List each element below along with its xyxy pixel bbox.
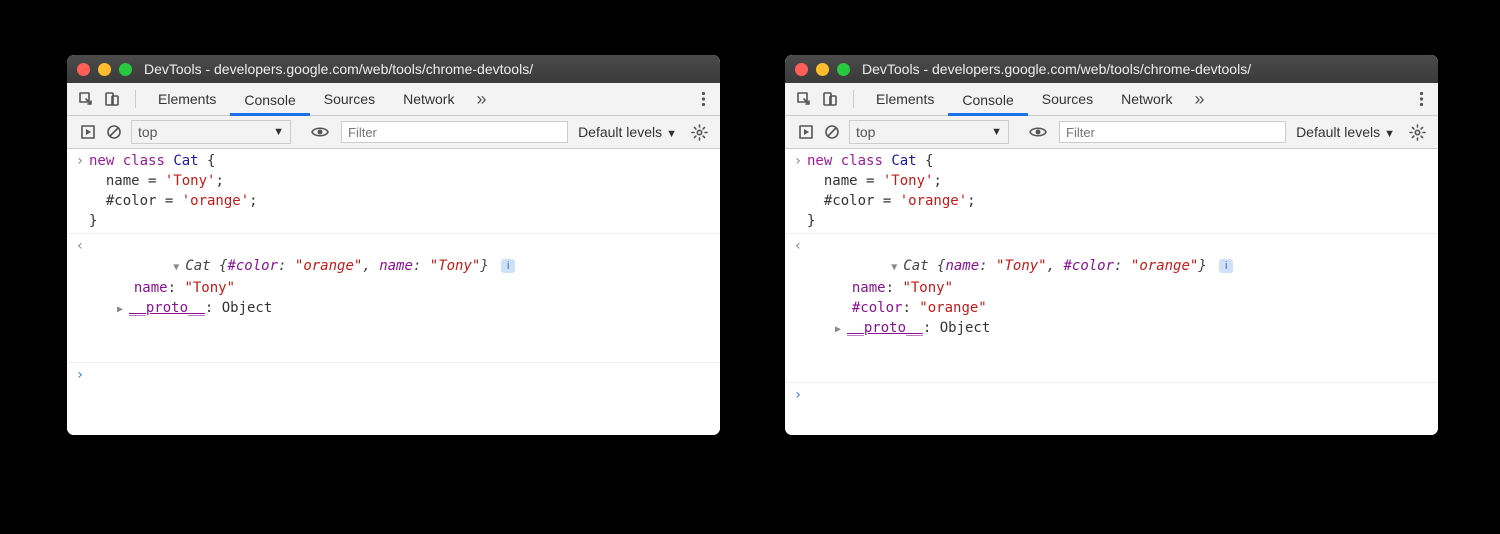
- input-marker-icon: ›: [789, 151, 807, 231]
- kebab-menu-icon[interactable]: [1413, 91, 1430, 107]
- tabs-bar: ElementsConsoleSourcesNetwork »: [785, 83, 1438, 116]
- console-input-code[interactable]: new class Cat { name = 'Tony'; #color = …: [89, 151, 716, 231]
- console-output-row[interactable]: ‹ ▼Cat {name: "Tony", #color: "orange"} …: [785, 234, 1438, 383]
- titlebar[interactable]: DevTools - developers.google.com/web/too…: [67, 55, 720, 83]
- inspect-icon[interactable]: [75, 88, 97, 110]
- console-input-row[interactable]: › new class Cat { name = 'Tony'; #color …: [67, 149, 720, 234]
- console-input-code[interactable]: new class Cat { name = 'Tony'; #color = …: [807, 151, 1434, 231]
- object-child-proto[interactable]: ▶__proto__: Object: [89, 298, 716, 320]
- tab-network[interactable]: Network: [1107, 83, 1186, 115]
- levels-label: Default levels: [1296, 124, 1380, 140]
- console-content: › new class Cat { name = 'Tony'; #color …: [67, 149, 720, 435]
- expand-arrow-icon[interactable]: ▶: [117, 300, 129, 320]
- gear-icon[interactable]: [687, 124, 712, 141]
- context-select[interactable]: top ▼: [131, 120, 291, 144]
- minimize-icon[interactable]: [816, 63, 829, 76]
- object-child-prop[interactable]: #color: "orange": [807, 298, 1434, 318]
- tab-network[interactable]: Network: [389, 83, 468, 115]
- close-icon[interactable]: [77, 63, 90, 76]
- console-prompt[interactable]: [89, 365, 716, 385]
- console-prompt[interactable]: [807, 385, 1434, 405]
- play-box-icon[interactable]: [75, 119, 101, 145]
- live-expressions-icon[interactable]: [307, 119, 333, 145]
- clear-console-icon[interactable]: [819, 119, 845, 145]
- filter-input[interactable]: [341, 121, 568, 143]
- window-title: DevTools - developers.google.com/web/too…: [144, 61, 533, 77]
- tab-sources[interactable]: Sources: [310, 83, 389, 115]
- tab-console[interactable]: Console: [948, 83, 1027, 116]
- tabs-bar: ElementsConsoleSourcesNetwork »: [67, 83, 720, 116]
- levels-label: Default levels: [578, 124, 662, 140]
- expand-arrow-icon[interactable]: ▶: [835, 320, 847, 340]
- tab-sources[interactable]: Sources: [1028, 83, 1107, 115]
- maximize-icon[interactable]: [837, 63, 850, 76]
- output-marker-icon: ‹: [789, 236, 807, 380]
- gear-icon[interactable]: [1405, 124, 1430, 141]
- devtools-window-right: DevTools - developers.google.com/web/too…: [785, 55, 1438, 435]
- chevron-down-icon: ▼: [273, 126, 284, 138]
- expand-arrow-down-icon[interactable]: ▼: [173, 258, 185, 278]
- devtools-window-left: DevTools - developers.google.com/web/too…: [67, 55, 720, 435]
- console-output-row[interactable]: ‹ ▼Cat {#color: "orange", name: "Tony"} …: [67, 234, 720, 363]
- chevron-down-icon: ▼: [666, 128, 677, 140]
- console-toolbar: top ▼ Default levels ▼: [67, 116, 720, 149]
- chevron-down-icon: ▼: [991, 126, 1002, 138]
- console-output[interactable]: ▼Cat {name: "Tony", #color: "orange"} i …: [807, 236, 1434, 380]
- context-select[interactable]: top ▼: [849, 120, 1009, 144]
- overflow-icon[interactable]: »: [1194, 89, 1204, 110]
- object-child-prop[interactable]: name: "Tony": [807, 278, 1434, 298]
- clear-console-icon[interactable]: [101, 119, 127, 145]
- log-levels-select[interactable]: Default levels ▼: [578, 124, 677, 140]
- tab-elements[interactable]: Elements: [862, 83, 948, 115]
- close-icon[interactable]: [795, 63, 808, 76]
- context-value: top: [856, 124, 875, 140]
- console-input-row[interactable]: › new class Cat { name = 'Tony'; #color …: [785, 149, 1438, 234]
- filter-input[interactable]: [1059, 121, 1286, 143]
- object-child-prop[interactable]: name: "Tony": [89, 278, 716, 298]
- tab-console[interactable]: Console: [230, 83, 309, 116]
- minimize-icon[interactable]: [98, 63, 111, 76]
- info-badge-icon[interactable]: i: [501, 259, 515, 273]
- output-marker-icon: ‹: [71, 236, 89, 360]
- prompt-marker-icon: ›: [71, 365, 89, 385]
- object-child-proto[interactable]: ▶__proto__: Object: [807, 318, 1434, 340]
- device-toolbar-icon[interactable]: [819, 88, 841, 110]
- input-marker-icon: ›: [71, 151, 89, 231]
- console-prompt-row[interactable]: ›: [67, 363, 720, 387]
- console-toolbar: top ▼ Default levels ▼: [785, 116, 1438, 149]
- context-value: top: [138, 124, 157, 140]
- info-badge-icon[interactable]: i: [1219, 259, 1233, 273]
- chevron-down-icon: ▼: [1384, 128, 1395, 140]
- kebab-menu-icon[interactable]: [695, 91, 712, 107]
- console-prompt-row[interactable]: ›: [785, 383, 1438, 407]
- log-levels-select[interactable]: Default levels ▼: [1296, 124, 1395, 140]
- live-expressions-icon[interactable]: [1025, 119, 1051, 145]
- separator: [853, 90, 854, 108]
- prompt-marker-icon: ›: [789, 385, 807, 405]
- console-content: › new class Cat { name = 'Tony'; #color …: [785, 149, 1438, 435]
- titlebar[interactable]: DevTools - developers.google.com/web/too…: [785, 55, 1438, 83]
- inspect-icon[interactable]: [793, 88, 815, 110]
- play-box-icon[interactable]: [793, 119, 819, 145]
- traffic-lights: [795, 63, 850, 76]
- window-title: DevTools - developers.google.com/web/too…: [862, 61, 1251, 77]
- maximize-icon[interactable]: [119, 63, 132, 76]
- separator: [135, 90, 136, 108]
- traffic-lights: [77, 63, 132, 76]
- expand-arrow-down-icon[interactable]: ▼: [891, 258, 903, 278]
- console-output[interactable]: ▼Cat {#color: "orange", name: "Tony"} i …: [89, 236, 716, 360]
- tab-elements[interactable]: Elements: [144, 83, 230, 115]
- device-toolbar-icon[interactable]: [101, 88, 123, 110]
- overflow-icon[interactable]: »: [476, 89, 486, 110]
